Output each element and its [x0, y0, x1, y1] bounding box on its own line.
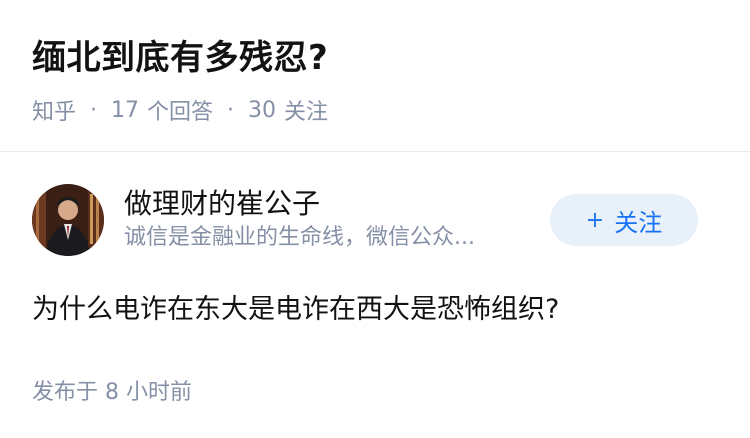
follows-label[interactable]: 关注: [284, 94, 328, 126]
source-label[interactable]: 知乎: [32, 94, 76, 126]
answers-label[interactable]: 个回答: [147, 94, 213, 126]
follow-button[interactable]: + 关注: [550, 194, 698, 246]
meta-separator: ·: [227, 97, 235, 123]
follow-label: 关注: [614, 208, 663, 237]
author-info: 做理财的崔公子 诚信是金融业的生命线，微信公众...: [124, 186, 550, 254]
divider: [0, 151, 750, 152]
answers-count: 17: [111, 97, 140, 123]
author-bio: 诚信是金融业的生命线，微信公众...: [124, 225, 475, 250]
author-name[interactable]: 做理财的崔公子: [124, 186, 550, 222]
question-title[interactable]: 缅北到底有多残忍?: [32, 34, 718, 82]
question-meta: 知乎 · 17 个回答 · 30 关注: [32, 94, 718, 126]
question-header: 缅北到底有多残忍? 知乎 · 17 个回答 · 30 关注: [0, 0, 750, 125]
answer-content[interactable]: 为什么电诈在东大是电诈在西大是恐怖组织?: [32, 290, 718, 330]
plus-icon: +: [585, 207, 605, 233]
answer-card: 做理财的崔公子 诚信是金融业的生命线，微信公众... + 关注 为什么电诈在东大…: [0, 184, 750, 406]
meta-separator: ·: [90, 97, 98, 123]
avatar[interactable]: [32, 184, 104, 256]
published-time: 发布于 8 小时前: [32, 380, 192, 405]
avatar-image: [32, 184, 104, 256]
author-row: 做理财的崔公子 诚信是金融业的生命线，微信公众... + 关注: [32, 184, 718, 256]
follows-count: 30: [248, 97, 277, 123]
